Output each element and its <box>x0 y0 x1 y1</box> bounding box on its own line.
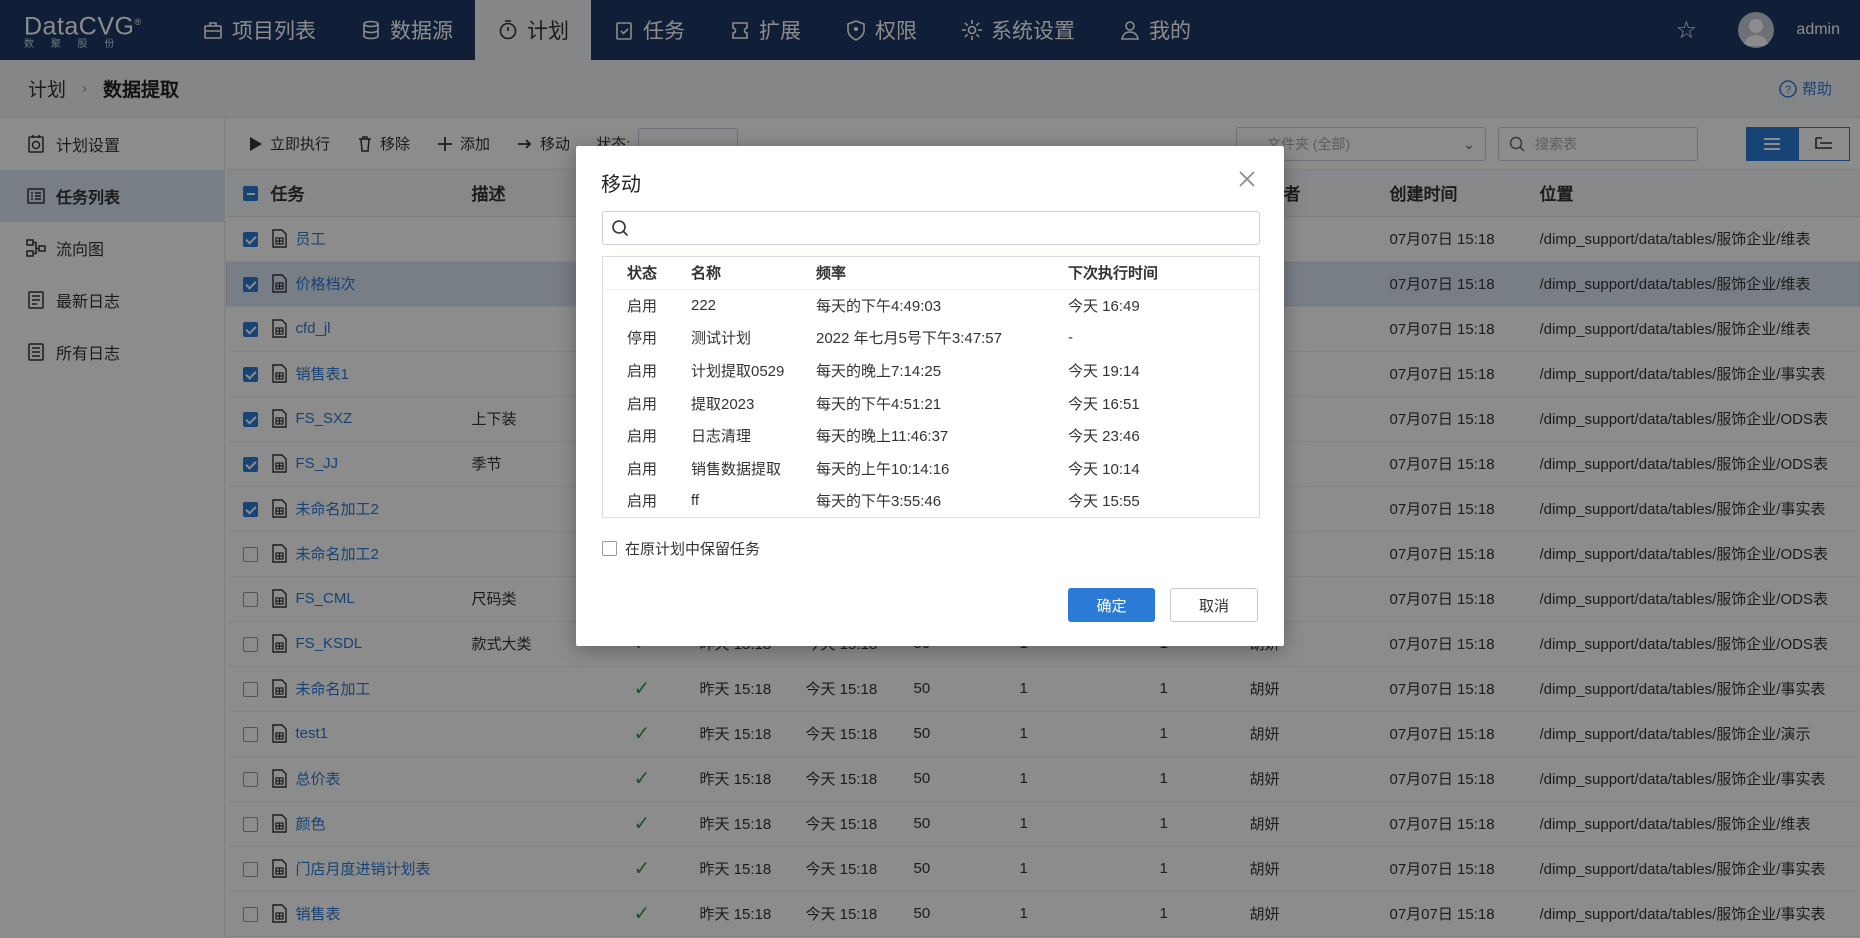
confirm-button[interactable]: 确定 <box>1068 588 1155 622</box>
plan-status: 启用 <box>627 395 658 413</box>
plan-status: 启用 <box>627 428 658 446</box>
plan-status: 启用 <box>627 460 658 478</box>
plan-col-status: 状态 <box>603 257 691 290</box>
plan-row[interactable]: 停用 测试计划 2022 年七月5号下午3:47:57 - <box>603 322 1259 355</box>
keep-task-checkbox[interactable] <box>602 541 617 556</box>
plan-next-run: 今天 15:55 <box>1068 493 1140 511</box>
plan-frequency: 每天的晚上7:14:25 <box>816 362 942 380</box>
plan-row[interactable]: 启用 222 每天的下午4:49:03 今天 16:49 <box>603 289 1259 322</box>
plan-name: 测试计划 <box>691 330 752 348</box>
plan-search-input[interactable] <box>602 211 1260 245</box>
plan-next-run: 今天 19:14 <box>1068 362 1140 380</box>
plan-frequency: 每天的下午4:49:03 <box>816 298 942 316</box>
plan-name: 222 <box>691 297 717 315</box>
keep-in-original-plan-option[interactable]: 在原计划中保留任务 <box>602 538 760 559</box>
plan-status: 启用 <box>627 493 658 511</box>
plan-row[interactable]: 启用 提取2023 每天的下午4:51:21 今天 16:51 <box>603 387 1259 420</box>
plan-frequency: 每天的上午10:14:16 <box>816 460 950 478</box>
plan-next-run: - <box>1068 329 1073 347</box>
plan-name: ff <box>691 492 700 510</box>
plan-frequency: 每天的晚上11:46:37 <box>816 428 949 446</box>
plan-row[interactable]: 启用 计划提取0529 每天的晚上7:14:25 今天 19:14 <box>603 354 1259 387</box>
plan-frequency: 2022 年七月5号下午3:47:57 <box>816 330 1002 348</box>
plan-status: 启用 <box>627 298 658 316</box>
plan-status: 启用 <box>627 362 658 380</box>
cancel-button[interactable]: 取消 <box>1170 588 1258 622</box>
dialog-title: 移动 <box>601 174 641 196</box>
plan-name: 销售数据提取 <box>691 460 782 478</box>
search-icon <box>612 220 629 237</box>
plan-next-run: 今天 16:49 <box>1068 298 1140 316</box>
plan-status: 停用 <box>627 330 658 348</box>
plan-row[interactable]: 启用 日志清理 每天的晚上11:46:37 今天 23:46 <box>603 419 1259 452</box>
plan-next-run: 今天 23:46 <box>1068 428 1140 446</box>
plan-next-run: 今天 10:14 <box>1068 460 1140 478</box>
plan-frequency: 每天的下午4:51:21 <box>816 395 942 413</box>
plan-col-freq: 频率 <box>816 257 1068 290</box>
plan-name: 日志清理 <box>691 428 752 446</box>
plan-frequency: 每天的下午3:55:46 <box>816 493 942 511</box>
plan-name: 计划提取0529 <box>691 362 785 380</box>
plan-col-name: 名称 <box>691 257 816 290</box>
plan-table: 状态 名称 频率 下次执行时间 启用 222 每天的下午4:49:03 今天 16:4… <box>602 256 1260 518</box>
plan-next-run: 今天 16:51 <box>1068 395 1140 413</box>
plan-row[interactable]: 启用 ff 每天的下午3:55:46 今天 15:55 <box>603 485 1259 517</box>
plan-col-next: 下次执行时间 <box>1068 257 1259 290</box>
plan-row[interactable]: 启用 销售数据提取 每天的上午10:14:16 今天 10:14 <box>603 452 1259 485</box>
close-icon[interactable] <box>1236 168 1258 190</box>
plan-name: 提取2023 <box>691 395 755 413</box>
move-dialog: 移动 状态 名称 频率 下次执行时间 启用 222 每天的下午4:49:03 今天 1… <box>576 146 1284 646</box>
